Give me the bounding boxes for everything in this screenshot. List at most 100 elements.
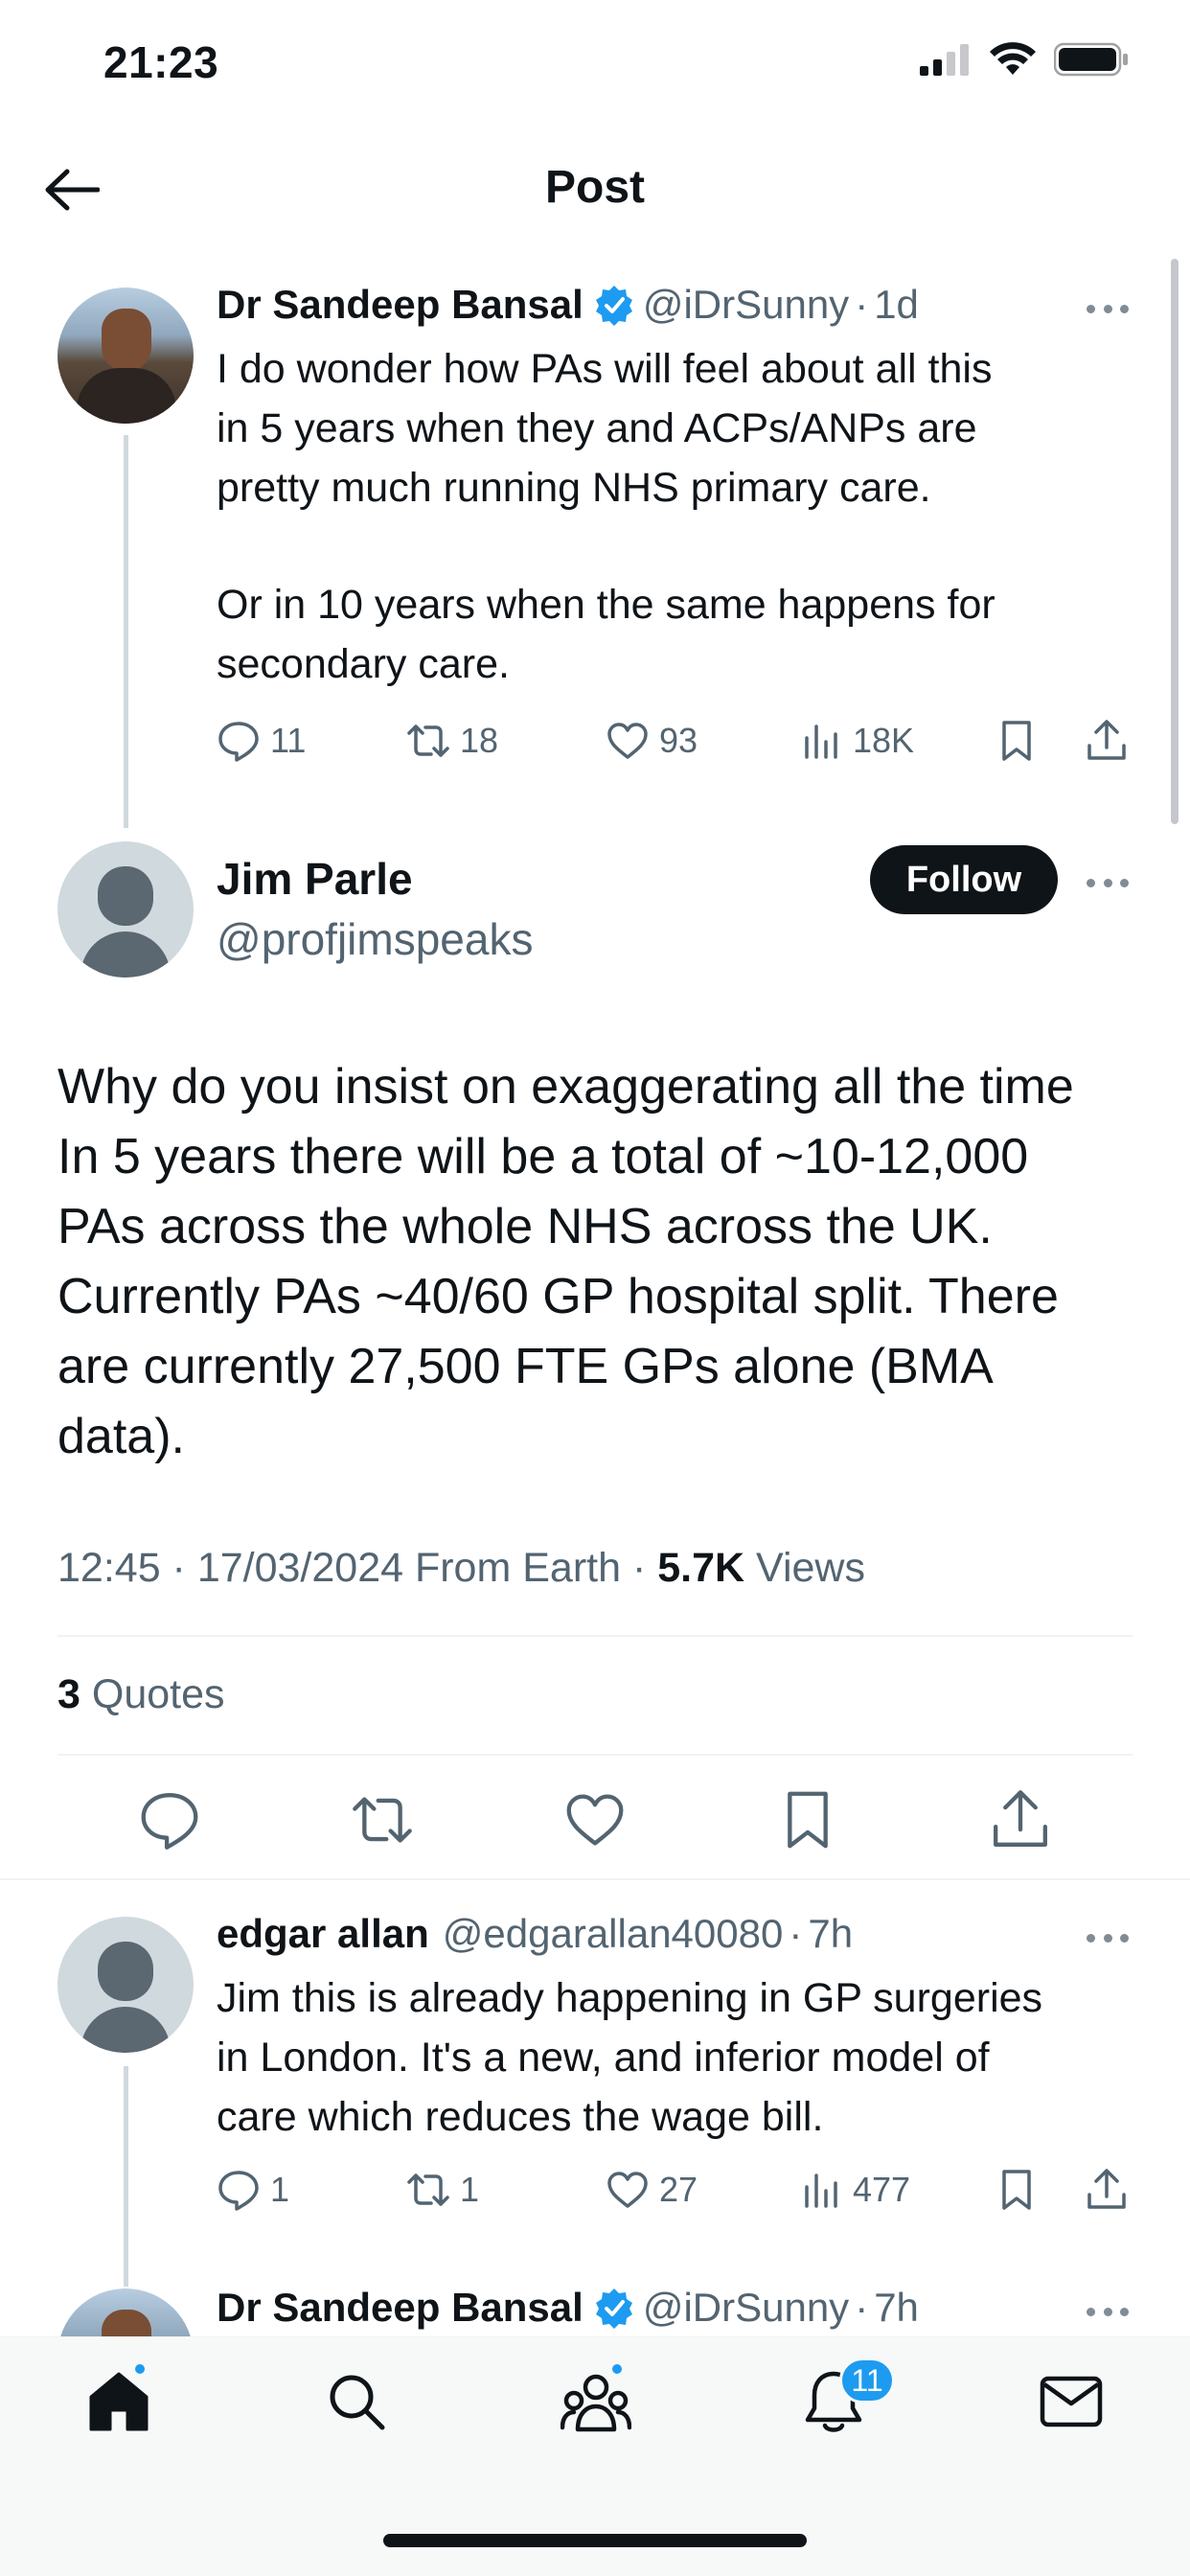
heart-icon bbox=[607, 723, 648, 759]
share-button[interactable] bbox=[1085, 719, 1129, 763]
tweet-text-line: Jim this is already happening in GP surg… bbox=[217, 1975, 1043, 2021]
tweet-text-line: I do wonder how PAs will feel about all … bbox=[217, 346, 993, 392]
battery-icon bbox=[1054, 42, 1128, 77]
bookmark-icon bbox=[1002, 2170, 1031, 2210]
bookmark-icon bbox=[788, 1791, 828, 1849]
share-icon bbox=[1087, 2169, 1126, 2209]
repost-icon bbox=[407, 2174, 449, 2206]
cellular-signal-icon bbox=[920, 44, 969, 76]
author-handle[interactable]: @iDrSunny bbox=[643, 282, 849, 328]
status-time: 21:23 bbox=[103, 37, 219, 87]
reply-count: 11 bbox=[270, 721, 307, 760]
quotes-count: 3 bbox=[57, 1671, 80, 1717]
views-label: Views bbox=[756, 1545, 865, 1591]
reply-icon bbox=[218, 2171, 259, 2211]
tweet-time[interactable]: 1d bbox=[874, 282, 919, 328]
nav-home[interactable] bbox=[80, 2363, 157, 2440]
tweet-text-line: are currently 27,500 FTE GPs alone (BMA bbox=[57, 1339, 994, 1394]
author-name[interactable]: Dr Sandeep Bansal bbox=[217, 282, 584, 328]
tweet-text: Why do you insist on exaggerating all th… bbox=[57, 1052, 1140, 1472]
author-name[interactable]: edgar allan bbox=[217, 1911, 429, 1957]
like-button[interactable] bbox=[563, 1788, 627, 1852]
reply-button[interactable]: 11 bbox=[217, 719, 306, 763]
repost-button[interactable]: 18 bbox=[406, 719, 498, 763]
tweet-text-line: pretty much running NHS primary care. bbox=[217, 465, 931, 511]
views-button[interactable]: 18K bbox=[799, 719, 914, 763]
more-options-icon[interactable] bbox=[1087, 303, 1129, 314]
page-title: Post bbox=[544, 162, 645, 213]
nav-messages[interactable] bbox=[1033, 2363, 1110, 2440]
home-icon bbox=[89, 2372, 149, 2431]
divider bbox=[57, 1754, 1133, 1756]
repost-button[interactable] bbox=[351, 1788, 414, 1852]
tweet-text-line: Or in 10 years when the same happens for bbox=[217, 582, 995, 628]
tweet-header: edgar allan @edgarallan40080 · 7h bbox=[217, 1911, 853, 1957]
views-button[interactable]: 477 bbox=[799, 2168, 910, 2212]
tweet-text-line: care which reduces the wage bill. bbox=[217, 2094, 824, 2140]
avatar[interactable] bbox=[57, 288, 194, 424]
tweet-text-line: PAs across the whole NHS across the UK. bbox=[57, 1199, 993, 1254]
repost-count: 18 bbox=[460, 721, 499, 760]
home-indicator[interactable] bbox=[383, 2534, 807, 2547]
home-notification-dot bbox=[132, 2361, 148, 2377]
like-button[interactable]: 93 bbox=[606, 719, 698, 763]
like-button[interactable]: 27 bbox=[606, 2168, 698, 2212]
share-button[interactable] bbox=[989, 1788, 1052, 1852]
like-count: 93 bbox=[659, 721, 698, 760]
tweet-time[interactable]: 7h bbox=[874, 2285, 919, 2331]
quotes-link[interactable]: 3 Quotes bbox=[57, 1671, 225, 1718]
reply-count: 1 bbox=[270, 2170, 290, 2209]
bookmark-button[interactable] bbox=[995, 719, 1039, 763]
more-options-icon[interactable] bbox=[1087, 1932, 1129, 1944]
heart-icon bbox=[566, 1794, 624, 1846]
tweet-time[interactable]: 7h bbox=[808, 1911, 853, 1957]
repost-icon bbox=[353, 1797, 412, 1843]
tweet-text: Jim this is already happening in GP surg… bbox=[217, 1968, 1136, 2147]
notifications-badge: 11 bbox=[839, 2358, 895, 2404]
author-handle[interactable]: @iDrSunny bbox=[643, 2285, 849, 2331]
tweet-text-line: in 5 years when they and ACPs/ANPs are bbox=[217, 405, 977, 451]
tweet-text-line: In 5 years there will be a total of ~10-… bbox=[57, 1129, 1029, 1184]
more-options-icon[interactable] bbox=[1087, 2306, 1129, 2317]
avatar[interactable] bbox=[57, 1917, 194, 2053]
divider bbox=[57, 1635, 1133, 1637]
views-count: 477 bbox=[853, 2170, 911, 2209]
reply-button[interactable]: 1 bbox=[217, 2168, 289, 2212]
wifi-icon bbox=[990, 42, 1036, 75]
tweet-actions: 1 1 27 477 bbox=[0, 2168, 1190, 2221]
follow-button[interactable]: Follow bbox=[870, 845, 1058, 914]
reply-icon bbox=[218, 722, 259, 762]
analytics-icon bbox=[805, 724, 837, 759]
views-count: 5.7K bbox=[657, 1545, 745, 1591]
nav-communities[interactable] bbox=[558, 2363, 634, 2440]
mail-icon bbox=[1040, 2376, 1103, 2427]
communities-icon bbox=[561, 2374, 631, 2432]
tweet-timestamp[interactable]: 12:45 · 17/03/2024 From Earth · bbox=[57, 1545, 646, 1591]
reply-button[interactable] bbox=[138, 1788, 201, 1852]
reply-icon bbox=[141, 1793, 198, 1850]
author-handle[interactable]: @profjimspeaks bbox=[217, 913, 533, 965]
analytics-icon bbox=[805, 2174, 837, 2208]
status-icons bbox=[920, 42, 1129, 77]
author-handle[interactable]: @edgarallan40080 bbox=[443, 1911, 784, 1957]
bookmark-button[interactable] bbox=[776, 1788, 839, 1852]
separator: · bbox=[789, 1911, 803, 1956]
tweet-actions: 11 18 93 18K bbox=[0, 719, 1190, 772]
more-options-icon[interactable] bbox=[1087, 877, 1129, 888]
verified-badge-icon bbox=[595, 286, 632, 326]
repost-count: 1 bbox=[460, 2170, 480, 2209]
tweet-text-line: in London. It's a new, and inferior mode… bbox=[217, 2035, 990, 2081]
tweet-text-line: secondary care. bbox=[217, 641, 510, 687]
author-name[interactable]: Jim Parle bbox=[217, 853, 413, 905]
main-tweet-actions bbox=[0, 1788, 1190, 1852]
heart-icon bbox=[607, 2172, 648, 2208]
author-name[interactable]: Dr Sandeep Bansal bbox=[217, 2285, 584, 2331]
nav-search[interactable] bbox=[318, 2363, 395, 2440]
verified-badge-icon bbox=[595, 2288, 632, 2329]
share-button[interactable] bbox=[1085, 2168, 1129, 2212]
bookmark-button[interactable] bbox=[995, 2168, 1039, 2212]
tweet-header: Dr Sandeep Bansal @iDrSunny · 1d bbox=[217, 282, 919, 328]
views-count: 18K bbox=[853, 721, 915, 760]
repost-button[interactable]: 1 bbox=[406, 2168, 479, 2212]
avatar[interactable] bbox=[57, 841, 194, 978]
